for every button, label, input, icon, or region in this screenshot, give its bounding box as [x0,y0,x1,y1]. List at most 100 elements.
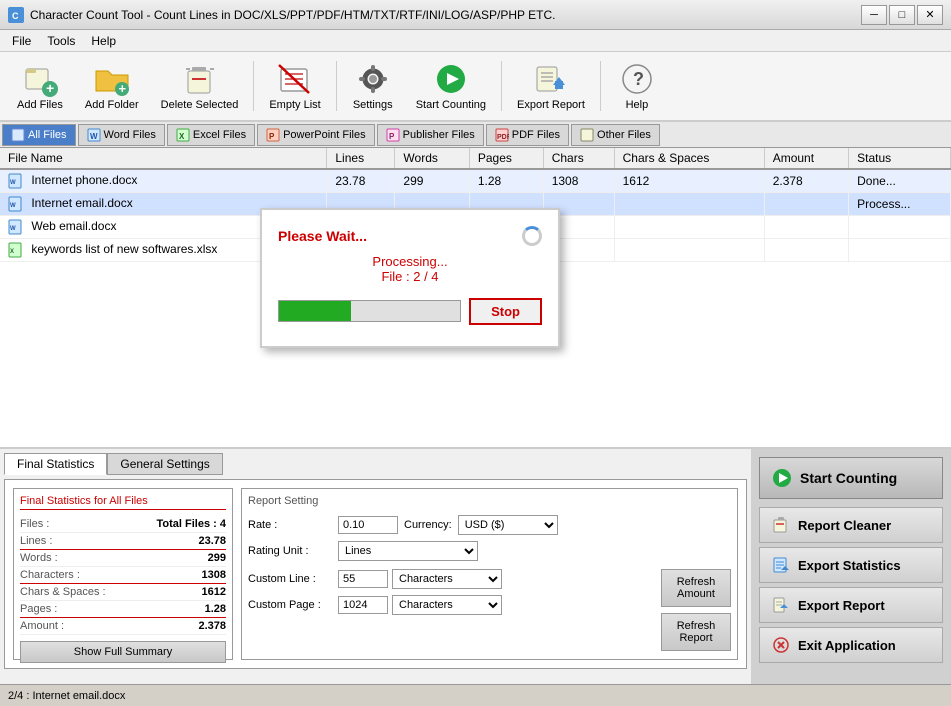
col-status: Status [849,148,951,169]
export-statistics-button[interactable]: Export Statistics [759,547,943,583]
settings-label: Settings [353,99,393,111]
status-cell [849,239,951,262]
stats-box-title: Final Statistics for All Files [20,495,226,510]
processing-text: Processing... File : 2 / 4 [278,254,542,284]
start-counting-right-icon [772,468,792,488]
stat-characters: Characters : 1308 [20,567,226,584]
svg-text:+: + [46,80,54,96]
stat-lines: Lines : 23.78 [20,533,226,550]
tab-all-files[interactable]: All Files [2,124,76,146]
chars-spaces-cell [614,193,764,216]
title-bar: C Character Count Tool - Count Lines in … [0,0,951,30]
menu-tools[interactable]: Tools [39,32,83,50]
file-tabs: All Files W Word Files X Excel Files P P… [0,122,951,148]
rating-unit-row: Rating Unit : Lines Words Characters Pag… [248,541,731,561]
final-statistics-box: Final Statistics for All Files Files : T… [13,488,233,660]
empty-list-button[interactable]: Empty List [260,56,329,116]
table-row[interactable]: W Internet phone.docx 23.78 299 1.28 130… [0,169,951,193]
window-title: Character Count Tool - Count Lines in DO… [30,8,861,22]
status-cell: Done... [849,169,951,193]
col-chars-spaces: Chars & Spaces [614,148,764,169]
bottom-panel: Final Statistics General Settings Final … [0,449,951,684]
chars-spaces-cell: 1612 [614,169,764,193]
start-counting-button[interactable]: Start Counting [407,56,495,116]
tab-powerpoint-files[interactable]: P PowerPoint Files [257,124,375,146]
report-settings-box: Report Setting Rate : Currency: USD ($) … [241,488,738,660]
status-bar: 2/4 : Internet email.docx [0,684,951,706]
rating-unit-select[interactable]: Lines Words Characters Pages [338,541,478,561]
export-report-right-icon [772,596,790,614]
custom-page-unit-select[interactable]: Characters Words [392,595,502,615]
refresh-amount-button[interactable]: RefreshAmount [661,569,731,607]
add-files-icon: + [22,61,58,97]
svg-text:+: + [118,81,126,96]
empty-list-icon [277,61,313,97]
rate-input[interactable] [338,516,398,534]
tab-publisher-files[interactable]: P Publisher Files [377,124,484,146]
panel-tabs: Final Statistics General Settings [4,453,747,475]
start-counting-right-button[interactable]: Start Counting [759,457,943,499]
add-folder-icon: + [94,61,130,97]
svg-text:W: W [10,226,16,232]
stat-pages: Pages : 1.28 [20,601,226,618]
exit-application-button[interactable]: Exit Application [759,627,943,663]
add-folder-button[interactable]: + Add Folder [76,56,148,116]
amount-cell: 2.378 [764,169,848,193]
tab-pdf-files[interactable]: PDF PDF Files [486,124,569,146]
col-lines: Lines [327,148,395,169]
tab-general-settings[interactable]: General Settings [107,453,222,475]
add-files-button[interactable]: + Add Files [8,56,72,116]
delete-selected-button[interactable]: Delete Selected [152,56,248,116]
empty-list-label: Empty List [269,99,320,111]
settings-button[interactable]: Settings [343,56,403,116]
report-cleaner-button[interactable]: Report Cleaner [759,507,943,543]
svg-text:?: ? [633,69,644,89]
right-panel: Start Counting Report Cleaner Ex [751,449,951,684]
processing-title: Please Wait... [278,226,542,246]
help-button[interactable]: ? Help [607,56,667,116]
currency-select[interactable]: USD ($) EUR (€) GBP (£) [458,515,558,535]
export-report-button[interactable]: Export Report [508,56,594,116]
show-full-summary-button[interactable]: Show Full Summary [20,641,226,663]
toolbar-separator-1 [253,61,254,111]
tab-other-files[interactable]: Other Files [571,124,660,146]
status-cell [849,216,951,239]
tab-excel-files[interactable]: X Excel Files [167,124,255,146]
custom-line-input[interactable] [338,570,388,588]
svg-text:X: X [10,249,14,255]
menu-bar: File Tools Help [0,30,951,52]
tab-final-statistics[interactable]: Final Statistics [4,453,107,475]
refresh-report-button[interactable]: RefreshReport [661,613,731,651]
svg-text:C: C [12,11,19,21]
file-name-cell: W Internet phone.docx [0,169,327,193]
custom-page-input[interactable] [338,596,388,614]
loading-spinner [522,226,542,246]
menu-file[interactable]: File [4,32,39,50]
close-button[interactable]: ✕ [917,5,943,25]
rate-row: Rate : Currency: USD ($) EUR (€) GBP (£) [248,515,731,535]
stop-button[interactable]: Stop [469,298,542,325]
chars-spaces-cell [614,239,764,262]
stat-files: Files : Total Files : 4 [20,516,226,533]
window-controls: ─ □ ✕ [861,5,943,25]
minimize-button[interactable]: ─ [861,5,887,25]
col-chars: Chars [543,148,614,169]
menu-help[interactable]: Help [83,32,124,50]
start-counting-icon [433,61,469,97]
add-folder-label: Add Folder [85,99,139,111]
processing-dialog: Please Wait... Processing... File : 2 / … [260,208,560,348]
help-label: Help [626,99,649,111]
custom-page-row: Custom Page : Characters Words [248,595,653,615]
stat-words: Words : 299 [20,550,226,567]
amount-cell [764,239,848,262]
toolbar-separator-4 [600,61,601,111]
lines-cell: 23.78 [327,169,395,193]
delete-selected-icon [182,61,218,97]
export-report-right-button[interactable]: Export Report [759,587,943,623]
progress-bar-container [278,300,461,322]
custom-line-unit-select[interactable]: Characters Words [392,569,502,589]
stat-amount: Amount : 2.378 [20,618,226,635]
maximize-button[interactable]: □ [889,5,915,25]
amount-cell [764,193,848,216]
tab-word-files[interactable]: W Word Files [78,124,165,146]
